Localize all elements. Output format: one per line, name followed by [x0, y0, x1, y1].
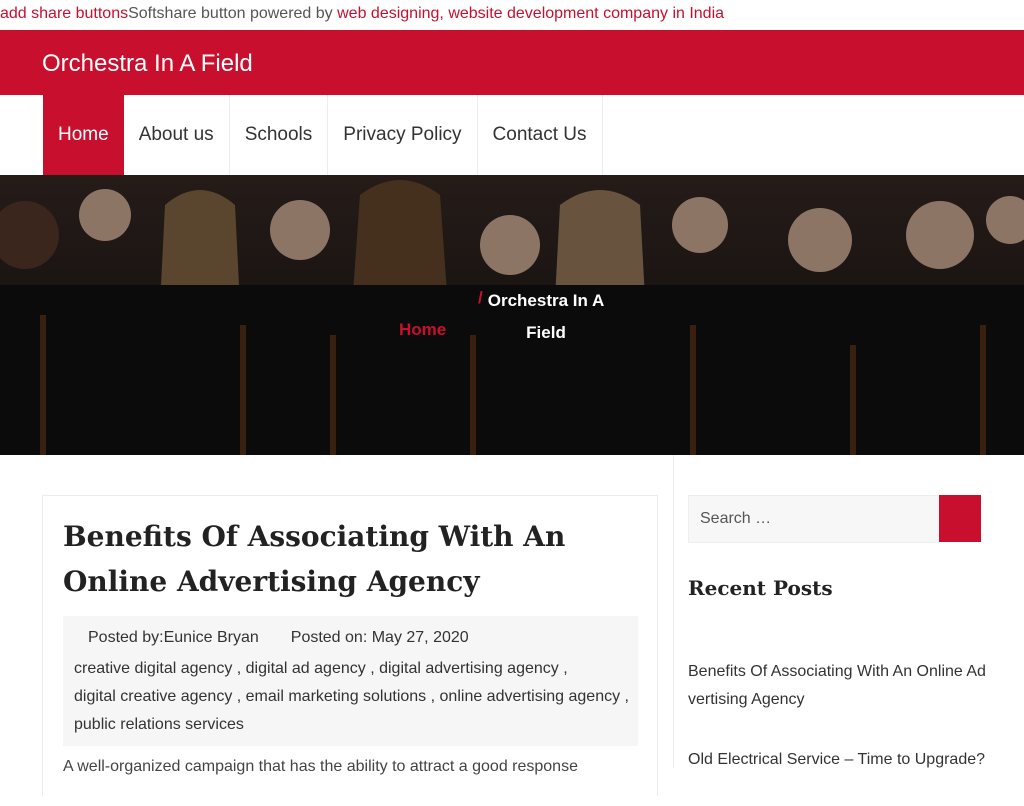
- search-button[interactable]: [939, 495, 981, 542]
- main-nav: Home About us Schools Privacy Policy Con…: [0, 95, 1024, 175]
- share-bar: add share buttonsSoftshare button powere…: [0, 0, 1024, 28]
- post-title[interactable]: Benefits Of Associating With An Online A…: [63, 514, 643, 604]
- tag-link[interactable]: digital ad agency: [246, 660, 366, 677]
- hero-banner: Home / Orchestra In A Field: [0, 175, 1024, 455]
- search-input[interactable]: Search …: [688, 495, 940, 543]
- sidebar-divider: [673, 455, 674, 768]
- post-tags: creative digital agency , digital ad age…: [74, 660, 629, 733]
- tag-link[interactable]: email marketing solutions: [246, 688, 427, 705]
- post-card: Benefits Of Associating With An Online A…: [42, 495, 658, 796]
- nav-item-privacy-policy[interactable]: Privacy Policy: [328, 95, 478, 175]
- post-author[interactable]: Posted by:Eunice Bryan: [88, 629, 259, 646]
- breadcrumb-current: Orchestra In A Field: [487, 291, 605, 342]
- web-design-company-link[interactable]: web designing, website development compa…: [337, 5, 724, 22]
- recent-post-link[interactable]: Benefits Of Associating With An Online A…: [688, 658, 986, 714]
- breadcrumb-separator: /: [478, 288, 483, 307]
- search-placeholder: Search …: [700, 510, 772, 527]
- nav-item-schools[interactable]: Schools: [230, 95, 329, 175]
- recent-posts-title: Recent Posts: [688, 576, 833, 600]
- nav-item-about-us[interactable]: About us: [124, 95, 230, 175]
- post-excerpt: A well-organized campaign that has the a…: [63, 758, 578, 775]
- recent-posts-list: Benefits Of Associating With An Online A…: [688, 658, 986, 806]
- post-date: Posted on: May 27, 2020: [290, 629, 469, 646]
- tag-link[interactable]: digital advertising agency: [379, 660, 559, 677]
- recent-post-link[interactable]: Old Electrical Service – Time to Upgrade…: [688, 746, 986, 774]
- post-meta: Posted by:Eunice Bryan Posted on: May 27,…: [63, 616, 638, 746]
- tag-link[interactable]: public relations services: [74, 716, 244, 733]
- nav-item-contact-us[interactable]: Contact Us: [478, 95, 603, 175]
- tag-link[interactable]: digital creative agency: [74, 688, 232, 705]
- site-title[interactable]: Orchestra In A Field: [42, 50, 253, 78]
- nav-item-home[interactable]: Home: [43, 95, 124, 175]
- breadcrumb-home[interactable]: Home: [399, 320, 446, 340]
- site-header: Orchestra In A Field: [0, 30, 1024, 95]
- tag-link[interactable]: online advertising agency: [440, 688, 621, 705]
- share-powered-text: Softshare button powered by: [128, 5, 338, 22]
- add-share-buttons-link[interactable]: add share buttons: [0, 5, 128, 22]
- tag-link[interactable]: creative digital agency: [74, 660, 232, 677]
